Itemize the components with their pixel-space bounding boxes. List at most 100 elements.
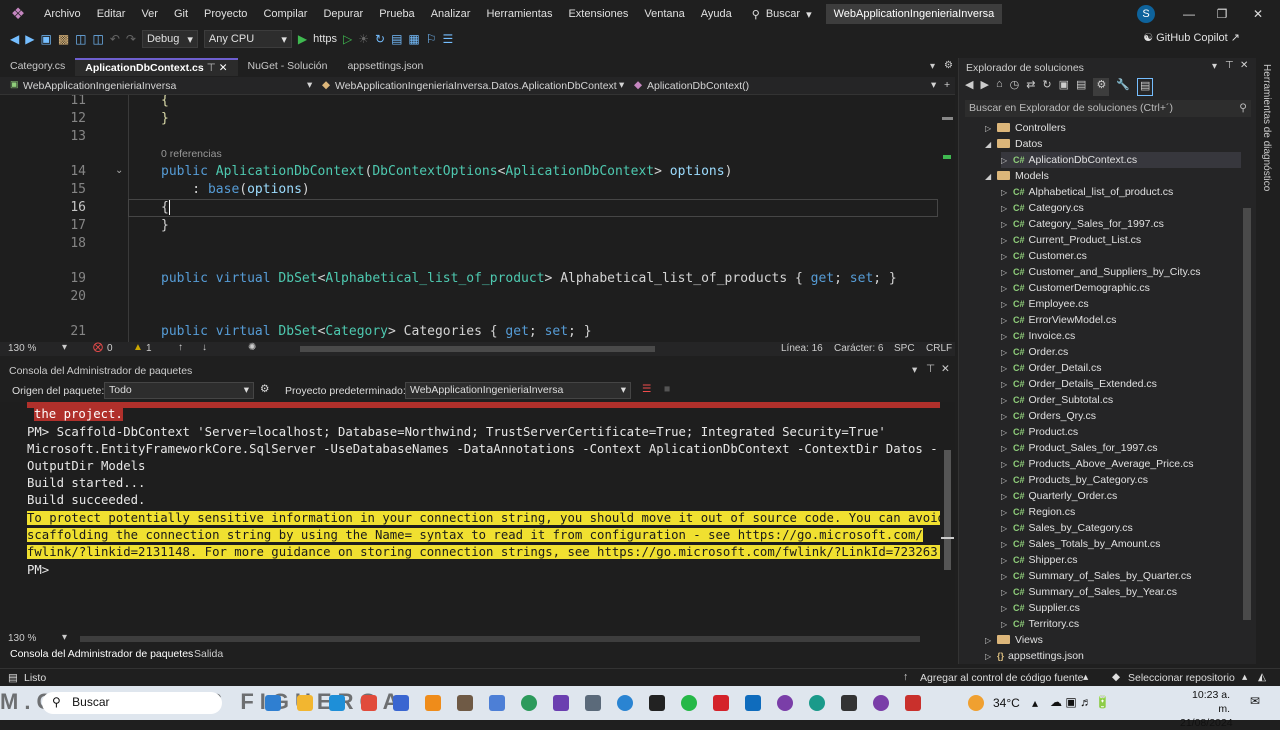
user-avatar[interactable]: S (1137, 5, 1155, 23)
menu-git[interactable]: Git (166, 0, 196, 28)
chevron-down-icon[interactable]: ▾ (1212, 61, 1217, 72)
github-copilot-button[interactable]: ☯ GitHub Copilot ↗ (1143, 31, 1240, 44)
expand-arrow-icon[interactable]: ▷ (985, 633, 997, 649)
pin-icon[interactable]: ⊤ (1225, 60, 1234, 71)
add-source-control-button[interactable]: Agregar al control de código fuente (920, 672, 1083, 684)
menu-analizar[interactable]: Analizar (423, 0, 479, 28)
stop-icon[interactable]: ■ (664, 383, 670, 395)
warning-count[interactable]: 1 (146, 343, 152, 354)
select-repository-button[interactable]: Seleccionar repositorio (1128, 672, 1235, 684)
expand-arrow-icon[interactable]: ▷ (1001, 249, 1013, 265)
tree-file[interactable]: ▷ C# ErrorViewModel.cs (1001, 312, 1116, 328)
console-output[interactable]: the project. PM> Scaffold-DbContext 'Ser… (0, 402, 940, 630)
tree-file[interactable]: ▷ C# Orders_Qry.cs (1001, 408, 1096, 424)
temperature[interactable]: 34°C (993, 696, 1020, 710)
clear-console-icon[interactable]: ☰ (642, 383, 651, 395)
tree-file[interactable]: ▷ C# Shipper.cs (1001, 552, 1078, 568)
tree-file[interactable]: ▷ C# Category.cs (1001, 200, 1084, 216)
expand-arrow-icon[interactable]: ▷ (1001, 537, 1013, 553)
collapse-arrow-icon[interactable]: ◢ (985, 169, 997, 185)
configuration-dropdown[interactable]: Debug ▾ (141, 30, 198, 48)
sql-icon[interactable] (457, 695, 473, 711)
tab-category-cs[interactable]: Category.cs (0, 58, 75, 76)
console-zoom-level[interactable]: 130 % (8, 633, 36, 644)
scroll-thumb[interactable] (942, 117, 953, 120)
line-endings[interactable]: CRLF (926, 343, 952, 354)
back-icon[interactable]: ◀ (965, 78, 973, 96)
run-without-debug-icon[interactable]: ▷ (343, 32, 352, 46)
horizontal-scrollbar[interactable] (80, 636, 920, 642)
menu-depurar[interactable]: Depurar (315, 0, 371, 28)
hot-reload-icon[interactable]: ☀ (358, 32, 369, 46)
codelens-references[interactable]: 0 referencias (161, 148, 222, 160)
notifications-icon[interactable]: ◭ (1258, 671, 1266, 683)
forward-icon[interactable]: ▶ (980, 78, 988, 96)
expand-arrow-icon[interactable]: ▷ (1001, 617, 1013, 633)
split-icon[interactable]: + (944, 79, 950, 91)
close-tab-icon[interactable]: ✕ (219, 62, 228, 74)
notification-bell-icon[interactable]: ✉ (1250, 694, 1260, 708)
collapse-all-icon[interactable]: ▣ (1059, 78, 1069, 96)
tab-package-manager-console[interactable]: Consola del Administrador de paquetes (10, 648, 193, 660)
nav-class-dropdown[interactable]: WebApplicationIngenieriaInversa.Datos.Ap… (335, 80, 617, 92)
expand-arrow-icon[interactable]: ▷ (1001, 441, 1013, 457)
expand-arrow-icon[interactable]: ▷ (985, 649, 997, 665)
whatsapp-icon[interactable] (681, 695, 697, 711)
expand-arrow-icon[interactable]: ▷ (985, 121, 997, 137)
diagnostic-tools-side-tab[interactable]: Herramientas de diagnóstico (1258, 58, 1280, 664)
expand-arrow-icon[interactable]: ▷ (1001, 457, 1013, 473)
arrow-down-icon[interactable]: ↓ (202, 342, 207, 353)
tree-file[interactable]: ▷ C# CustomerDemographic.cs (1001, 280, 1150, 296)
horizontal-scrollbar[interactable] (300, 346, 655, 352)
tree-file[interactable]: ▷ C# Region.cs (1001, 504, 1075, 520)
tree-file[interactable]: ▷ C# Order_Subtotal.cs (1001, 392, 1113, 408)
line-position[interactable]: Línea: 16 (781, 343, 823, 354)
code-editor[interactable]: 11 12 13 14 15 16 17 18 19 20 21 ⌄ { } 0… (0, 95, 940, 342)
search-button[interactable]: ⚲ Buscar ▾ (752, 8, 812, 21)
tab-output[interactable]: Salida (194, 648, 223, 660)
tree-file[interactable]: ▷ C# Product.cs (1001, 424, 1078, 440)
tree-file[interactable]: ▷{} appsettings.json (985, 648, 1084, 664)
settings-icon[interactable]: ⚙ (944, 60, 953, 71)
app-icon[interactable] (841, 695, 857, 711)
office-icon[interactable] (361, 695, 377, 711)
maximize-button[interactable]: ❐ (1207, 0, 1237, 28)
tab-overflow-icon[interactable]: ▾ (930, 61, 935, 72)
outlook-icon[interactable] (745, 695, 761, 711)
console-scrollbar[interactable] (940, 402, 955, 630)
tree-file[interactable]: ▷ C# Territory.cs (1001, 616, 1079, 632)
menu-editar[interactable]: Editar (89, 0, 134, 28)
tree-file[interactable]: ▷ C# Products_Above_Average_Price.cs (1001, 456, 1194, 472)
tree-file[interactable]: ▷ C# Category_Sales_for_1997.cs (1001, 216, 1164, 232)
powerpoint-icon[interactable] (425, 695, 441, 711)
zoom-level[interactable]: 130 % (8, 343, 36, 354)
expand-arrow-icon[interactable]: ▷ (1001, 217, 1013, 233)
tree-file[interactable]: ▷ C# Alphabetical_list_of_product.cs (1001, 184, 1173, 200)
tree-folder[interactable]: ▷ Controllers (985, 120, 1066, 136)
menu-prueba[interactable]: Prueba (371, 0, 422, 28)
brush-icon[interactable]: ✺ (248, 342, 256, 353)
chrome-icon[interactable] (521, 695, 537, 711)
expand-arrow-icon[interactable]: ▷ (1001, 153, 1013, 169)
visual-studio-icon[interactable] (553, 695, 569, 711)
expand-arrow-icon[interactable]: ▷ (1001, 569, 1013, 585)
menu-ayuda[interactable]: Ayuda (693, 0, 740, 28)
tree-file[interactable]: ▷ C# AplicationDbContext.cs (1001, 152, 1241, 168)
menu-proyecto[interactable]: Proyecto (196, 0, 255, 28)
refresh-icon[interactable]: ↻ (375, 32, 385, 46)
column-position[interactable]: Carácter: 6 (834, 343, 883, 354)
menu-archivo[interactable]: Archivo (36, 0, 89, 28)
minimize-button[interactable]: — (1174, 0, 1204, 28)
tab-appsettings-json[interactable]: appsettings.json (337, 58, 433, 76)
collapse-arrow-icon[interactable]: ◢ (985, 137, 997, 153)
word-icon[interactable] (393, 695, 409, 711)
tree-file[interactable]: ▷ C# Quarterly_Order.cs (1001, 488, 1117, 504)
layout-icon[interactable]: ▦ (408, 32, 419, 46)
close-window-button[interactable]: ✕ (1243, 0, 1273, 28)
taskbar-search[interactable]: ⚲ Buscar (42, 692, 222, 714)
expand-arrow-icon[interactable]: ▷ (1001, 409, 1013, 425)
file-explorer-icon[interactable] (297, 695, 313, 711)
filter-icon[interactable]: ⚙ (1093, 78, 1110, 96)
refresh-icon[interactable]: ↻ (1042, 78, 1051, 96)
menu-compilar[interactable]: Compilar (255, 0, 315, 28)
